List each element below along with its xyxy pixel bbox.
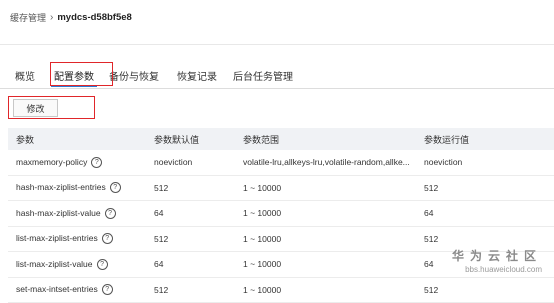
param-default: 64 [146, 251, 235, 278]
breadcrumb: 缓存管理 › mydcs-d58bf5e8 [10, 11, 132, 24]
modify-button[interactable]: 修改 [13, 99, 58, 117]
help-icon[interactable]: ? [109, 182, 121, 194]
param-name-cell: list-max-ziplist-entries? [8, 226, 146, 252]
param-name: hash-max-ziplist-entries [16, 182, 106, 193]
breadcrumb-separator-icon: › [50, 12, 54, 23]
help-icon[interactable]: ? [101, 233, 113, 245]
param-running: 512 [416, 175, 554, 201]
watermark: 华为云社区 bbs.huaweicloud.com [452, 247, 542, 274]
param-default: 512 [146, 175, 235, 201]
param-default: 512 [146, 226, 235, 252]
param-name: hash-max-ziplist-value [16, 207, 101, 218]
param-name-cell: hash-max-ziplist-value? [8, 200, 146, 227]
param-range: 1 ~ 10000 [235, 277, 416, 303]
param-name: list-max-ziplist-entries [16, 233, 98, 244]
tab-bar: 概览 配置参数 备份与恢复 恢复记录 后台任务管理 [0, 64, 554, 89]
column-header-default: 参数默认值 [146, 128, 235, 150]
tab-config-params[interactable]: 配置参数 [54, 68, 94, 83]
param-default: 512 [146, 277, 235, 303]
watermark-url: bbs.huaweicloud.com [465, 265, 542, 274]
help-icon[interactable]: ? [91, 156, 103, 168]
table-row: hash-max-ziplist-value? 64 1 ~ 10000 64 [8, 200, 554, 227]
help-icon[interactable]: ? [104, 207, 116, 219]
param-range: volatile-lru,allkeys-lru,volatile-random… [235, 150, 416, 176]
param-name: list-max-ziplist-value [16, 258, 93, 269]
help-icon[interactable]: ? [96, 258, 108, 270]
column-header-range: 参数范围 [235, 128, 416, 150]
column-header-running: 参数运行值 [416, 128, 554, 150]
param-name-cell: hash-max-ziplist-entries? [8, 175, 146, 201]
param-range: 1 ~ 10000 [235, 251, 416, 278]
top-bar: 缓存管理 › mydcs-d58bf5e8 [0, 0, 554, 45]
param-range: 1 ~ 10000 [235, 226, 416, 252]
param-range: 1 ~ 10000 [235, 175, 416, 201]
breadcrumb-parent-link[interactable]: 缓存管理 [10, 11, 46, 24]
param-range: 1 ~ 10000 [235, 200, 416, 227]
param-running: 512 [416, 277, 554, 303]
param-name-cell: set-max-intset-entries? [8, 277, 146, 303]
table-header-row: 参数 参数默认值 参数范围 参数运行值 [8, 128, 554, 150]
param-name-cell: maxmemory-policy? [8, 150, 146, 176]
breadcrumb-current: mydcs-d58bf5e8 [57, 12, 132, 23]
table-row: maxmemory-policy? noeviction volatile-lr… [8, 150, 554, 176]
table-row: set-max-intset-entries? 512 1 ~ 10000 51… [8, 277, 554, 303]
tab-background-tasks[interactable]: 后台任务管理 [233, 68, 293, 83]
tab-backup-restore[interactable]: 备份与恢复 [109, 68, 159, 83]
param-name: maxmemory-policy [16, 156, 88, 167]
param-name: set-max-intset-entries [16, 284, 98, 295]
param-default: 64 [146, 200, 235, 227]
param-running: 64 [416, 200, 554, 227]
tab-restore-records[interactable]: 恢复记录 [177, 68, 217, 83]
table-row: hash-max-ziplist-entries? 512 1 ~ 10000 … [8, 175, 554, 201]
column-header-param: 参数 [8, 128, 146, 150]
tab-overview[interactable]: 概览 [15, 68, 35, 83]
params-table: 参数 参数默认值 参数范围 参数运行值 maxmemory-policy? no… [8, 128, 554, 303]
param-running: noeviction [416, 150, 554, 176]
active-tab-underline [51, 85, 97, 87]
watermark-title: 华为云社区 [451, 249, 542, 263]
param-default: noeviction [146, 150, 235, 176]
help-icon[interactable]: ? [101, 284, 113, 296]
param-name-cell: list-max-ziplist-value? [8, 251, 146, 278]
